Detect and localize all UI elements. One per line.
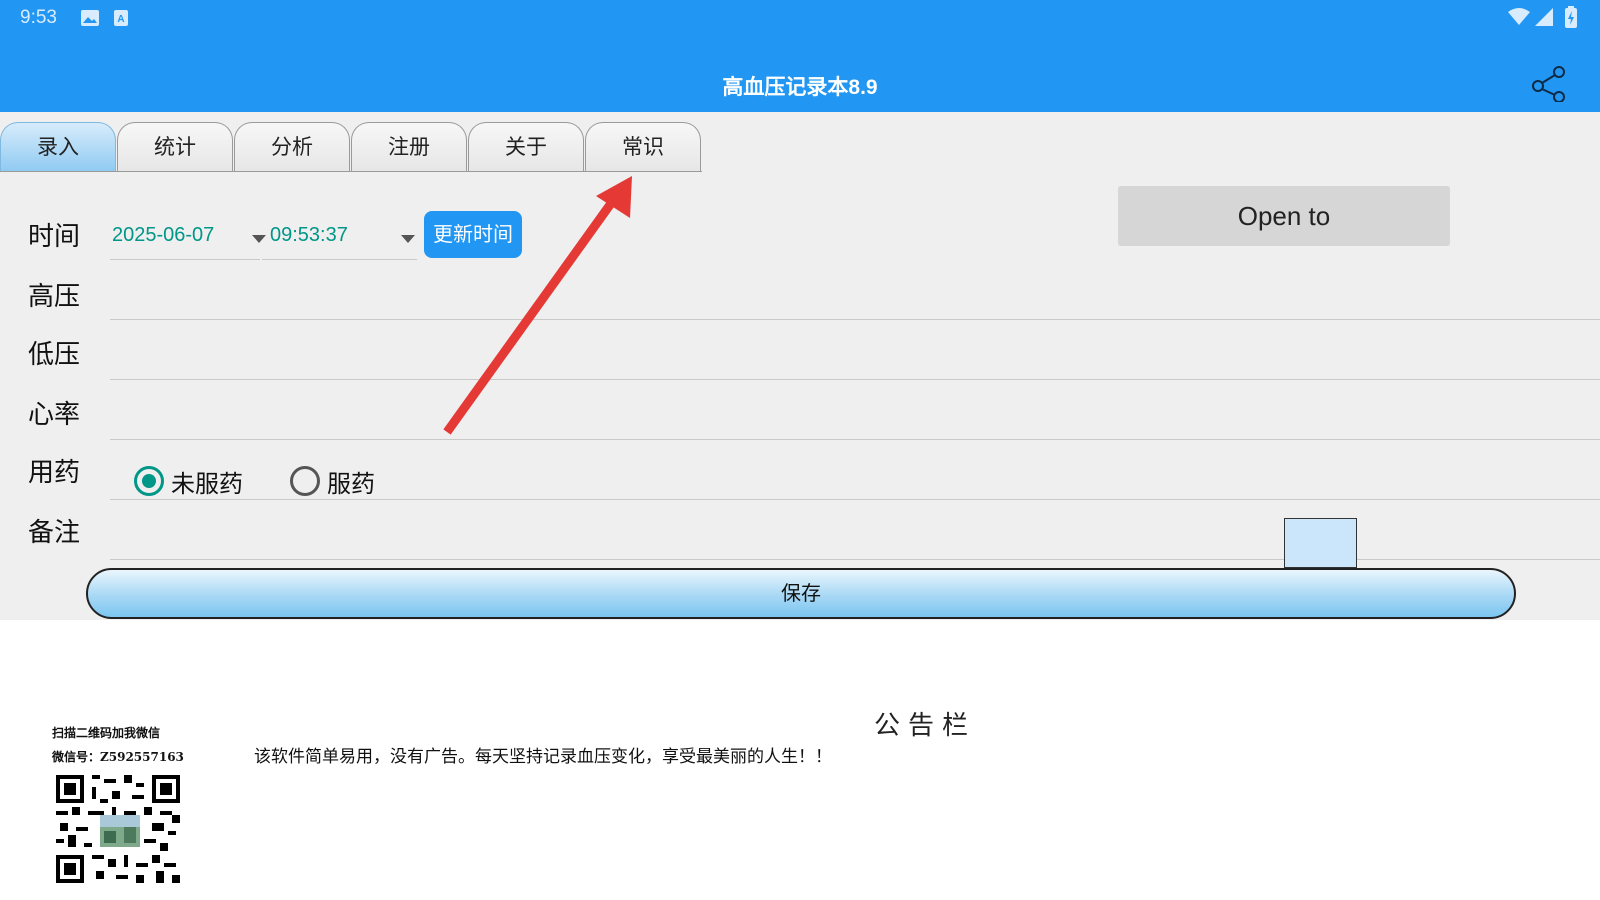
bulletin-text: 该软件简单易用，没有广告。每天坚持记录血压变化，享受最美丽的人生！！: [254, 747, 832, 767]
app-bar: 高血压记录本8.9: [0, 38, 1600, 112]
a-notification-icon: A: [114, 10, 128, 26]
systolic-label: 高压: [28, 282, 81, 312]
medication-underline: [110, 499, 1600, 500]
update-time-button[interactable]: 更新时间: [424, 211, 522, 258]
not-taken-radio[interactable]: [134, 466, 164, 496]
not-taken-label[interactable]: 未服药: [171, 464, 243, 499]
taken-label[interactable]: 服药: [327, 464, 375, 499]
heart-rate-label: 心率: [28, 400, 81, 430]
wifi-icon: [1508, 8, 1530, 25]
note-input[interactable]: [110, 559, 1600, 560]
entry-panel: 录入 统计 分析 注册 关于 常识 时间 2025-06-07 09:53:37…: [0, 112, 1600, 620]
diastolic-input[interactable]: [110, 379, 1600, 380]
tab-analysis[interactable]: 分析: [234, 122, 350, 172]
bulletin-board: 公告栏 该软件简单易用，没有广告。每天坚持记录血压变化，享受最美丽的人生！！ 扫…: [0, 620, 1600, 900]
image-icon: [81, 10, 99, 26]
date-dropdown-icon[interactable]: [252, 235, 266, 243]
app-title: 高血压记录本8.9: [722, 76, 878, 99]
signal-icon: [1535, 8, 1553, 26]
color-swatch-box[interactable]: [1284, 518, 1357, 568]
time-spinner[interactable]: 09:53:37: [270, 224, 348, 247]
status-time: 9:53: [20, 7, 57, 28]
wechat-id: 微信号：Z592557163: [52, 750, 184, 764]
svg-text:A: A: [117, 14, 124, 25]
time-underline: [262, 259, 417, 260]
taken-radio[interactable]: [290, 466, 320, 496]
date-underline: [110, 259, 260, 260]
status-bar: 9:53 A: [0, 0, 1600, 38]
tab-entry[interactable]: 录入: [0, 122, 116, 172]
qr-caption: 扫描二维码加我微信: [52, 726, 161, 740]
bulletin-title: 公告栏: [874, 711, 977, 741]
share-icon[interactable]: [1532, 66, 1568, 102]
heart-rate-input[interactable]: [110, 439, 1600, 440]
tab-divider: [0, 171, 702, 172]
time-dropdown-icon[interactable]: [401, 235, 415, 243]
medication-label: 用药: [28, 458, 81, 488]
date-spinner[interactable]: 2025-06-07: [112, 224, 214, 247]
tab-knowledge[interactable]: 常识: [585, 122, 701, 172]
open-to-button[interactable]: Open to: [1118, 186, 1450, 246]
tab-statistics[interactable]: 统计: [117, 122, 233, 172]
note-label: 备注: [28, 518, 81, 548]
tab-about[interactable]: 关于: [468, 122, 584, 172]
battery-icon: [1565, 6, 1577, 28]
qr-code-image: [56, 775, 180, 883]
systolic-input[interactable]: [110, 319, 1600, 320]
tab-register[interactable]: 注册: [351, 122, 467, 172]
diastolic-label: 低压: [28, 340, 81, 370]
time-label: 时间: [28, 222, 81, 252]
save-button[interactable]: 保存: [86, 568, 1516, 619]
